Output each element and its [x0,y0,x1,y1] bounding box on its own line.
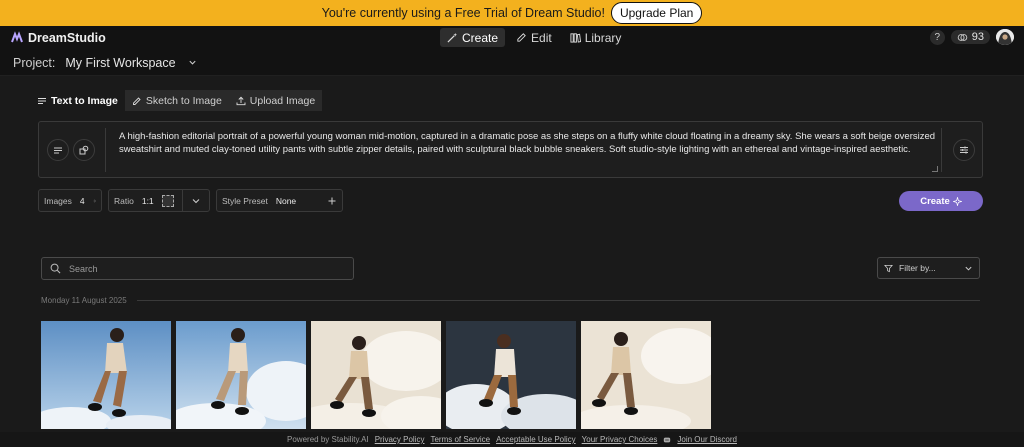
lines-icon [38,97,46,104]
gallery-date: Monday 11 August 2025 [41,296,127,305]
avatar[interactable] [996,29,1014,45]
account-tools: ? 93 [929,29,1014,45]
ratio-divider [181,190,183,211]
upload-icon [236,96,246,105]
nav-library-label: Library [584,30,622,45]
coins-icon [957,33,968,41]
privacy-choices-link[interactable]: Your Privacy Choices [582,435,658,444]
tab-text-to-image-label: Text to Image [51,94,118,107]
style-value: None [275,195,297,206]
funnel-icon [884,264,893,272]
gallery-image[interactable] [446,321,576,429]
prompt-box: A high-fashion editorial portrait of a p… [38,121,983,178]
prompt-shapes-button[interactable] [73,139,95,161]
pencil-icon [517,33,526,42]
trial-banner: You're currently using a Free Trial of D… [0,0,1024,26]
privacy-policy-link[interactable]: Privacy Policy [375,435,425,444]
terms-of-service-link[interactable]: Terms of Service [430,435,490,444]
filter-dropdown[interactable]: Filter by... [877,257,980,279]
gallery-image[interactable] [176,321,306,429]
search-icon [50,263,61,274]
prompt-settings-button[interactable] [953,139,975,161]
books-icon [570,33,581,43]
footer: Powered by Stability.AI Privacy Policy T… [0,432,1024,447]
tab-sketch-to-image[interactable]: Sketch to Image [124,90,229,111]
upgrade-plan-button[interactable]: Upgrade Plan [610,2,703,24]
workspace-name: My First Workspace [65,55,176,70]
image-gallery [41,321,711,429]
nav-edit[interactable]: Edit [509,28,559,47]
workspace-dropdown[interactable]: My First Workspace [65,56,196,70]
nav-edit-label: Edit [531,30,552,45]
discord-icon [664,437,671,442]
credits-count: 93 [971,31,984,43]
gallery-image[interactable] [581,321,711,429]
acceptable-use-link[interactable]: Acceptable Use Policy [496,435,576,444]
ratio-value: 1:1 [141,195,154,206]
tab-upload-image-label: Upload Image [249,94,316,107]
ratio-label: Ratio [114,195,134,206]
chevron-down-icon [189,60,196,65]
prompt-history-button[interactable] [47,139,69,161]
filter-label: Filter by... [899,263,936,273]
search-box [41,257,354,280]
create-button-label: Create [920,195,950,207]
style-label: Style Preset [222,195,268,206]
powered-by: Powered by Stability.AI [287,435,369,444]
app-logo[interactable]: DreamStudio [10,31,106,45]
images-label: Images [44,195,72,206]
divider [136,300,980,301]
wand-icon [447,32,458,43]
plus-icon [328,197,336,204]
top-bar: DreamStudio Create Edit Library ? 93 [0,26,1024,50]
gallery-date-separator: Monday 11 August 2025 [41,296,980,305]
prompt-left-actions [47,139,95,161]
ratio-selector[interactable]: Ratio 1:1 [108,189,210,212]
images-count-stepper[interactable]: Images 4 [38,189,102,212]
project-selector-row: Project: My First Workspace [0,50,1024,76]
tab-text-to-image[interactable]: Text to Image [30,90,125,111]
sparkle-icon [952,196,962,206]
prompt-divider [105,128,106,172]
main-nav: Create Edit Library [440,28,628,47]
style-preset-selector[interactable]: Style Preset None [216,189,343,212]
trial-message: You're currently using a Free Trial of D… [321,6,605,20]
square-ratio-icon [161,194,174,207]
nav-library[interactable]: Library [563,28,629,47]
tab-sketch-to-image-label: Sketch to Image [145,94,222,107]
shapes-icon [79,145,89,155]
images-value: 4 [79,195,85,206]
prompt-textarea[interactable]: A high-fashion editorial portrait of a p… [119,130,944,156]
help-button[interactable]: ? [929,29,945,45]
project-label: Project: [13,55,56,70]
generation-controls: Images 4 Ratio 1:1 Style Preset None [38,189,343,212]
create-button[interactable]: Create [899,191,983,211]
nav-create-label: Create [462,30,499,45]
discord-link[interactable]: Join Our Discord [677,435,737,444]
gallery-image[interactable] [311,321,441,429]
stepper-arrows-icon[interactable] [93,196,96,206]
list-icon [54,147,62,154]
resize-handle[interactable] [932,166,938,172]
chevron-down-icon [192,198,200,203]
app-name: DreamStudio [28,31,106,45]
dreamstudio-logo-icon [11,31,23,43]
tab-upload-image[interactable]: Upload Image [228,90,323,111]
pencil-icon [132,96,141,105]
search-input[interactable] [69,263,339,274]
credits-badge[interactable]: 93 [950,30,990,44]
sliders-icon [960,146,968,154]
chevron-down-icon [965,266,972,271]
mode-tabs: Text to Image Sketch to Image Upload Ima… [30,90,323,111]
nav-create[interactable]: Create [440,28,506,47]
prompt-right-divider [941,128,942,172]
gallery-image[interactable] [41,321,171,429]
